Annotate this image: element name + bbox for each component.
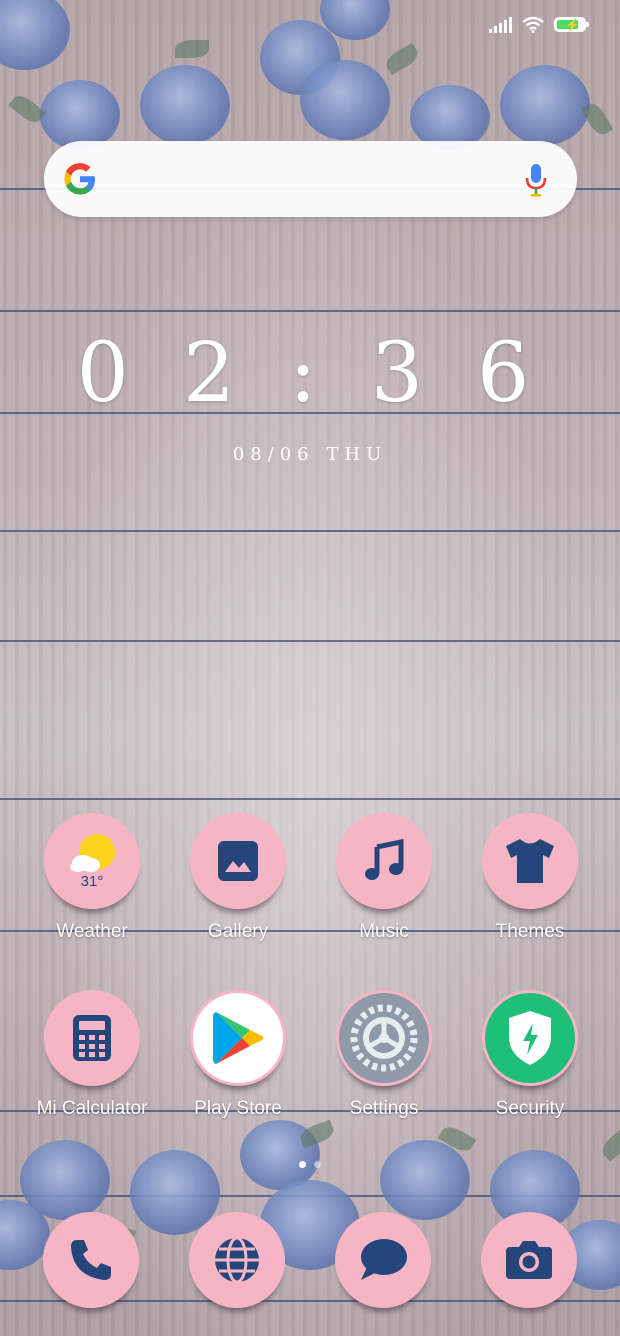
messages-bubble-icon bbox=[361, 1239, 407, 1280]
tshirt-icon bbox=[506, 839, 554, 883]
app-label: Mi Calculator bbox=[36, 1098, 148, 1119]
app-label: Play Store bbox=[194, 1098, 282, 1119]
settings-app-icon[interactable] bbox=[336, 990, 432, 1086]
app-label: Settings bbox=[349, 1098, 419, 1119]
page-dot bbox=[314, 1161, 321, 1168]
weather-app-icon[interactable]: 31° bbox=[44, 813, 140, 909]
google-search-bar[interactable] bbox=[44, 141, 577, 217]
battery-charging-icon: ⚡ bbox=[554, 17, 589, 32]
app-label: Music bbox=[359, 921, 409, 942]
gallery-image-icon bbox=[218, 841, 258, 881]
weather-temperature: 31° bbox=[80, 873, 104, 890]
settings-gear-icon bbox=[350, 1004, 418, 1072]
music-note-icon bbox=[365, 838, 404, 880]
status-bar: ⚡ bbox=[489, 16, 589, 33]
dock-phone[interactable] bbox=[26, 1212, 156, 1308]
page-dot-active bbox=[299, 1161, 306, 1168]
signal-bars-icon bbox=[489, 16, 512, 33]
clock-date: 08/06 THU bbox=[232, 444, 388, 465]
app-settings[interactable]: Settings bbox=[319, 990, 449, 1120]
app-gallery[interactable]: Gallery bbox=[173, 813, 303, 943]
app-label: Security bbox=[495, 1098, 565, 1119]
music-app-icon[interactable] bbox=[336, 813, 432, 909]
camera-app-icon[interactable] bbox=[481, 1212, 577, 1308]
play-store-app-icon[interactable] bbox=[190, 990, 286, 1086]
app-music[interactable]: Music bbox=[319, 813, 449, 943]
app-mi-calculator[interactable]: Mi Calculator bbox=[27, 990, 157, 1120]
microphone-icon[interactable] bbox=[525, 163, 547, 197]
gallery-app-icon[interactable] bbox=[190, 813, 286, 909]
dock-browser[interactable] bbox=[172, 1212, 302, 1308]
calculator-icon bbox=[73, 1015, 111, 1061]
app-play-store[interactable]: Play Store bbox=[173, 990, 303, 1120]
browser-globe-icon bbox=[215, 1236, 259, 1284]
calculator-app-icon[interactable] bbox=[44, 990, 140, 1086]
page-indicator bbox=[0, 1161, 620, 1168]
clock-time[interactable]: 0 2 : 3 6 bbox=[0, 326, 620, 421]
play-store-icon bbox=[213, 1012, 264, 1064]
wifi-icon bbox=[522, 16, 544, 33]
messages-app-icon[interactable] bbox=[335, 1212, 431, 1308]
phone-app-icon[interactable] bbox=[43, 1212, 139, 1308]
google-g-icon bbox=[64, 163, 95, 195]
camera-icon bbox=[506, 1241, 552, 1279]
app-label: Themes bbox=[495, 921, 565, 942]
app-themes[interactable]: Themes bbox=[465, 813, 595, 943]
app-label: Gallery bbox=[207, 921, 269, 942]
browser-app-icon[interactable] bbox=[189, 1212, 285, 1308]
app-security[interactable]: Security bbox=[465, 990, 595, 1120]
phone-icon bbox=[71, 1240, 111, 1280]
dock-messages[interactable] bbox=[318, 1212, 448, 1308]
app-weather[interactable]: 31° Weather bbox=[27, 813, 157, 943]
security-shield-icon bbox=[509, 1011, 551, 1065]
dock-camera[interactable] bbox=[464, 1212, 594, 1308]
themes-app-icon[interactable] bbox=[482, 813, 578, 909]
security-app-icon[interactable] bbox=[482, 990, 578, 1086]
app-label: Weather bbox=[56, 921, 128, 942]
